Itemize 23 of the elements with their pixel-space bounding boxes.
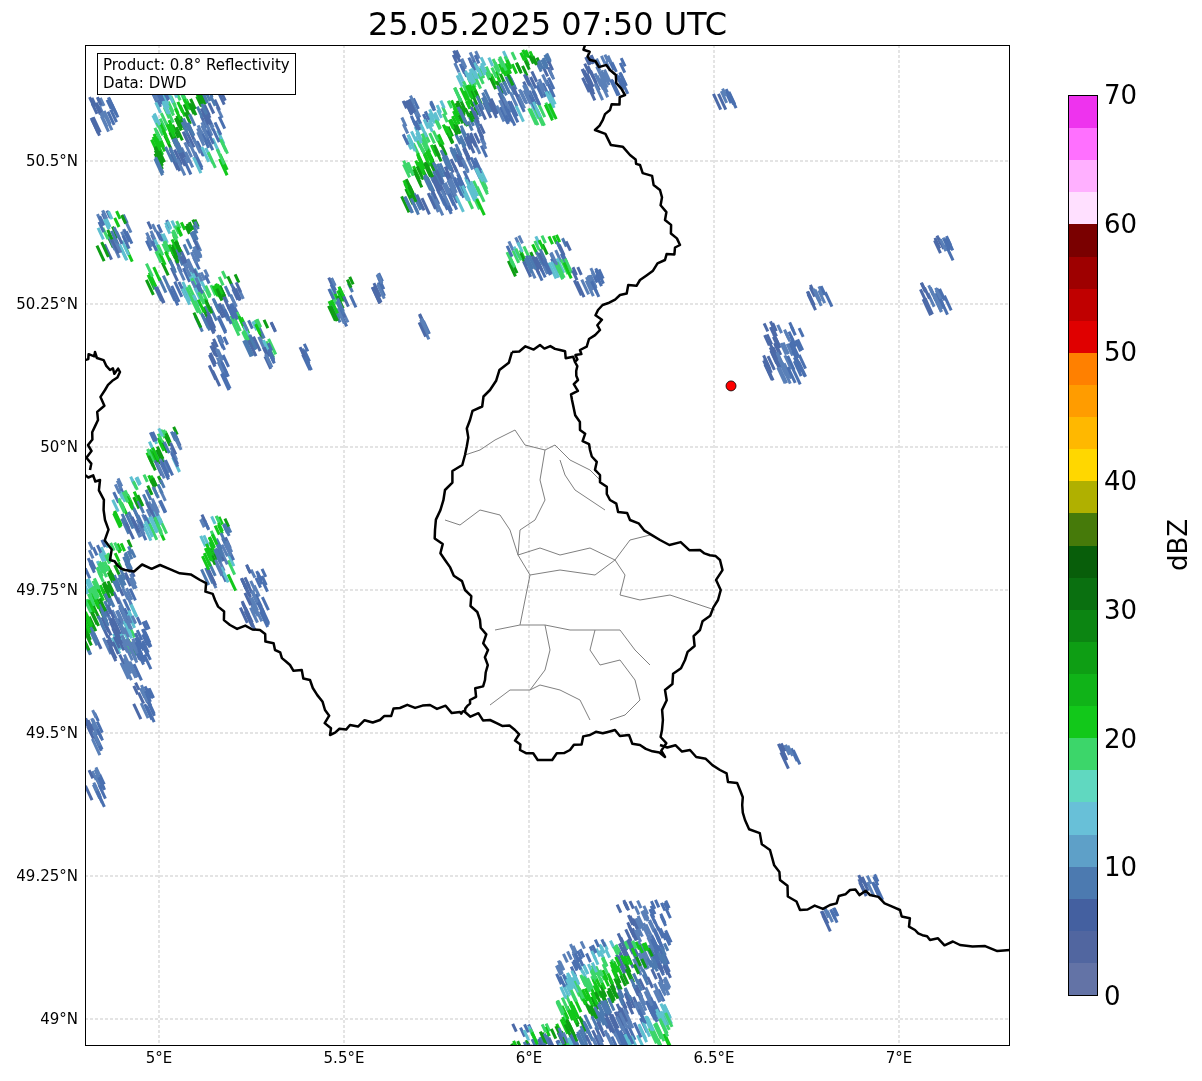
longitude-label: 5.5°E [322,1049,366,1067]
colorbar-tick-label: 20 [1104,723,1138,754]
latitude-label: 50.5°N [24,152,78,170]
latitude-label: 49.25°N [15,867,78,885]
colorbar-tick-label: 40 [1104,466,1138,497]
latitude-label: 49.75°N [15,581,78,599]
colorbar-tick-label: 50 [1104,337,1138,368]
chart-title: 25.05.2025 07:50 UTC [366,4,729,44]
info-box: Product: 0.8° Reflectivity Data: DWD [97,53,296,95]
longitude-label: 5°E [144,1049,174,1067]
colorbar-tick-label: 70 [1104,80,1138,110]
colorbar-tick-label: 30 [1104,594,1138,625]
colorbar-tick-label: 10 [1104,852,1138,883]
latitude-label: 49°N [39,1010,78,1028]
longitude-label: 7°E [884,1049,914,1067]
longitude-label: 6°E [514,1049,544,1067]
longitude-label: 6.5°E [692,1049,736,1067]
colorbar-label: dBZ [1163,517,1193,574]
colorbar-tick-label: 60 [1104,208,1138,239]
latitude-label: 50.25°N [15,295,78,313]
colorbar-tick-label: 0 [1104,981,1121,1011]
latitude-label: 49.5°N [24,724,78,742]
latitude-label: 50°N [39,438,78,456]
